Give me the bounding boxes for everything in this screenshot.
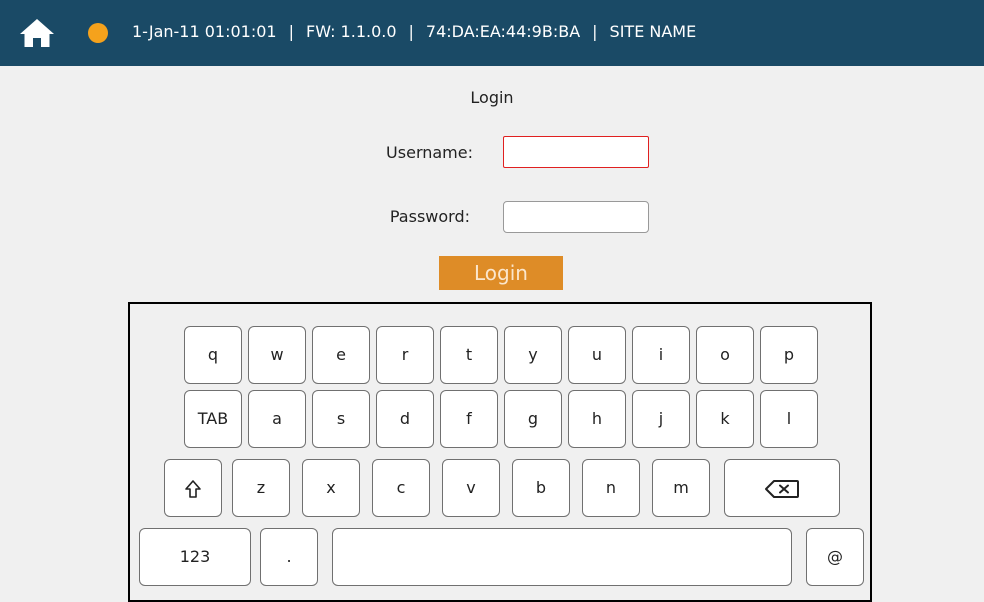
top-status-bar: 1-Jan-11 01:01:01 | FW: 1.1.0.0 | 74:DA:EA:4… xyxy=(0,0,984,66)
key-j[interactable]: j xyxy=(632,390,690,448)
key-c[interactable]: c xyxy=(372,459,430,517)
home-icon[interactable] xyxy=(18,17,56,49)
key-backspace[interactable] xyxy=(724,459,840,517)
key-o[interactable]: o xyxy=(696,326,754,384)
key-numbers-toggle[interactable]: 123 xyxy=(139,528,251,586)
key-l[interactable]: l xyxy=(760,390,818,448)
password-label: Password: xyxy=(389,207,470,226)
login-title: Login xyxy=(470,88,514,107)
firmware-text: FW: 1.1.0.0 xyxy=(305,22,397,41)
key-space[interactable] xyxy=(332,528,792,586)
key-d[interactable]: d xyxy=(376,390,434,448)
key-b[interactable]: b xyxy=(512,459,570,517)
shift-arrow-icon xyxy=(185,479,201,498)
key-m[interactable]: m xyxy=(652,459,710,517)
status-indicator-dot xyxy=(88,23,108,43)
key-w[interactable]: w xyxy=(248,326,306,384)
key-u[interactable]: u xyxy=(568,326,626,384)
key-p[interactable]: p xyxy=(760,326,818,384)
key-i[interactable]: i xyxy=(632,326,690,384)
site-name-text: SITE NAME xyxy=(609,22,697,41)
key-t[interactable]: t xyxy=(440,326,498,384)
key-h[interactable]: h xyxy=(568,390,626,448)
key-shift[interactable] xyxy=(164,459,222,517)
key-g[interactable]: g xyxy=(504,390,562,448)
key-k[interactable]: k xyxy=(696,390,754,448)
separator: | xyxy=(592,22,598,41)
key-n[interactable]: n xyxy=(582,459,640,517)
username-label: Username: xyxy=(386,143,473,162)
key-at[interactable]: @ xyxy=(806,528,864,586)
key-z[interactable]: z xyxy=(232,459,290,517)
status-info: 1-Jan-11 01:01:01 | FW: 1.1.0.0 | 74:DA:EA:4… xyxy=(132,20,696,44)
username-input[interactable] xyxy=(503,136,649,168)
key-s[interactable]: s xyxy=(312,390,370,448)
password-input[interactable] xyxy=(503,201,649,233)
backspace-icon xyxy=(765,479,799,498)
separator: | xyxy=(288,22,294,41)
key-y[interactable]: y xyxy=(504,326,562,384)
key-period[interactable]: . xyxy=(260,528,318,586)
datetime-text: 1-Jan-11 01:01:01 xyxy=(132,22,277,41)
key-e[interactable]: e xyxy=(312,326,370,384)
key-a[interactable]: a xyxy=(248,390,306,448)
key-v[interactable]: v xyxy=(442,459,500,517)
key-r[interactable]: r xyxy=(376,326,434,384)
separator: | xyxy=(408,22,414,41)
on-screen-keyboard: q w e r t y u i o p TAB a s d f g h j k … xyxy=(128,302,872,602)
key-f[interactable]: f xyxy=(440,390,498,448)
login-button[interactable]: Login xyxy=(439,256,563,290)
key-x[interactable]: x xyxy=(302,459,360,517)
key-q[interactable]: q xyxy=(184,326,242,384)
mac-address-text: 74:DA:EA:44:9B:BA xyxy=(425,22,581,41)
key-tab[interactable]: TAB xyxy=(184,390,242,448)
